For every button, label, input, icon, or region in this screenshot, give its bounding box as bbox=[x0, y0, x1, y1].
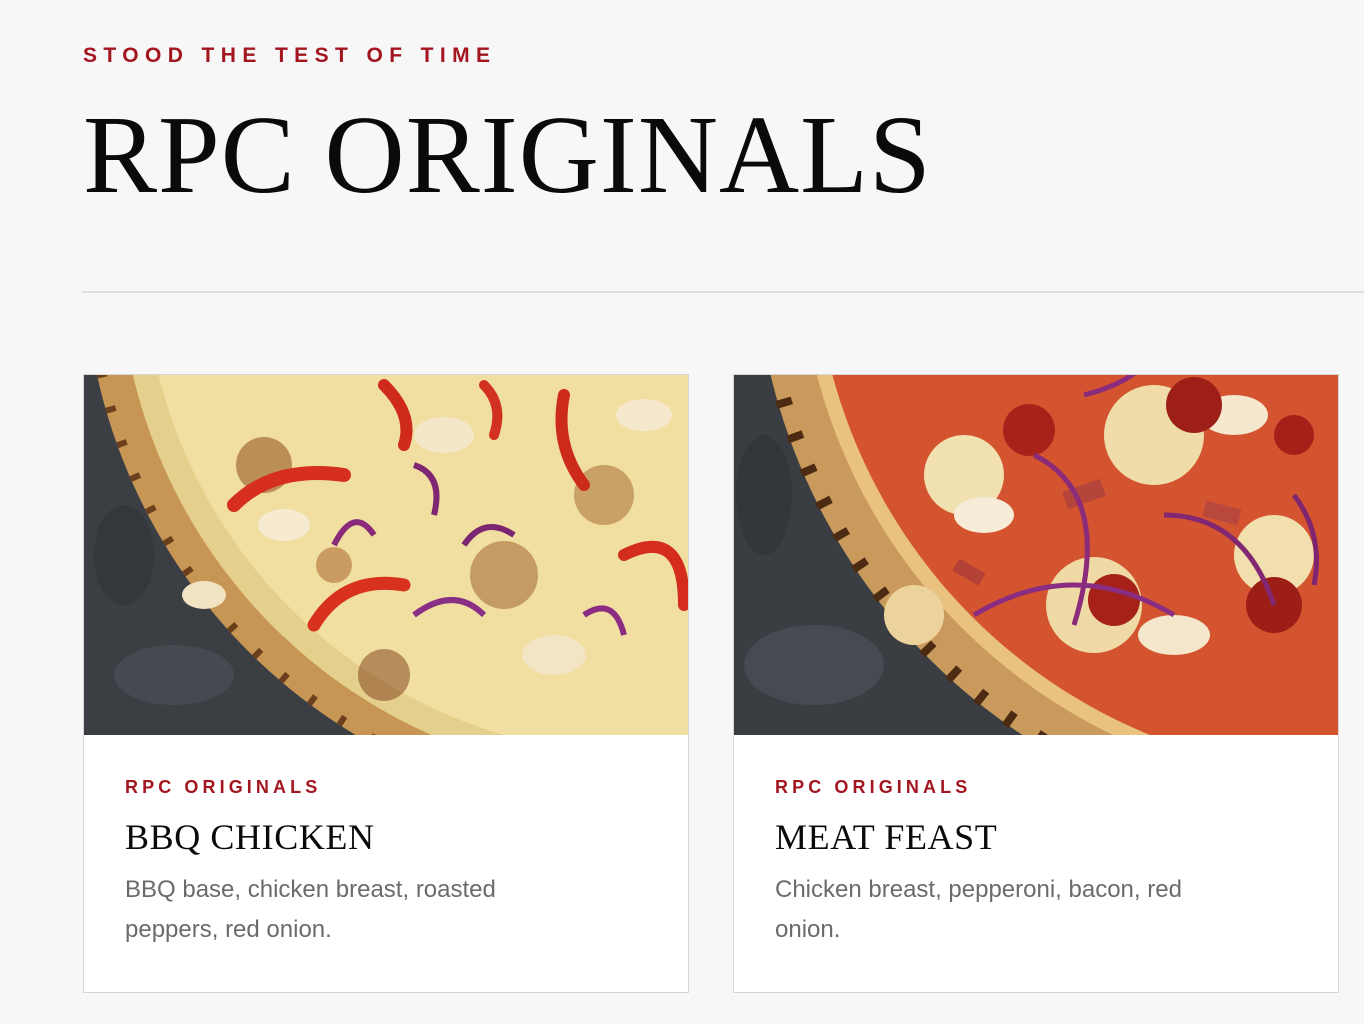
card-title[interactable]: BBQ CHICKEN bbox=[125, 815, 375, 859]
section-eyebrow: STOOD THE TEST OF TIME bbox=[83, 44, 497, 67]
card-description: BBQ base, chicken breast, roasted pepper… bbox=[125, 876, 496, 943]
pizza-photo[interactable] bbox=[84, 375, 688, 735]
pizza-photo[interactable] bbox=[734, 375, 1338, 735]
card-category: RPC ORIGINALS bbox=[775, 777, 972, 797]
menu-card-meat-feast[interactable]: RPC ORIGINALS MEAT FEAST Chicken breast,… bbox=[733, 374, 1339, 993]
card-category: RPC ORIGINALS bbox=[125, 777, 322, 797]
section-divider bbox=[82, 291, 1364, 293]
section-title: RPC ORIGINALS bbox=[83, 94, 932, 217]
card-description: Chicken breast, pepperoni, bacon, red on… bbox=[775, 876, 1182, 943]
card-title[interactable]: MEAT FEAST bbox=[775, 815, 997, 859]
menu-card-bbq-chicken[interactable]: RPC ORIGINALS BBQ CHICKEN BBQ base, chic… bbox=[83, 374, 689, 993]
